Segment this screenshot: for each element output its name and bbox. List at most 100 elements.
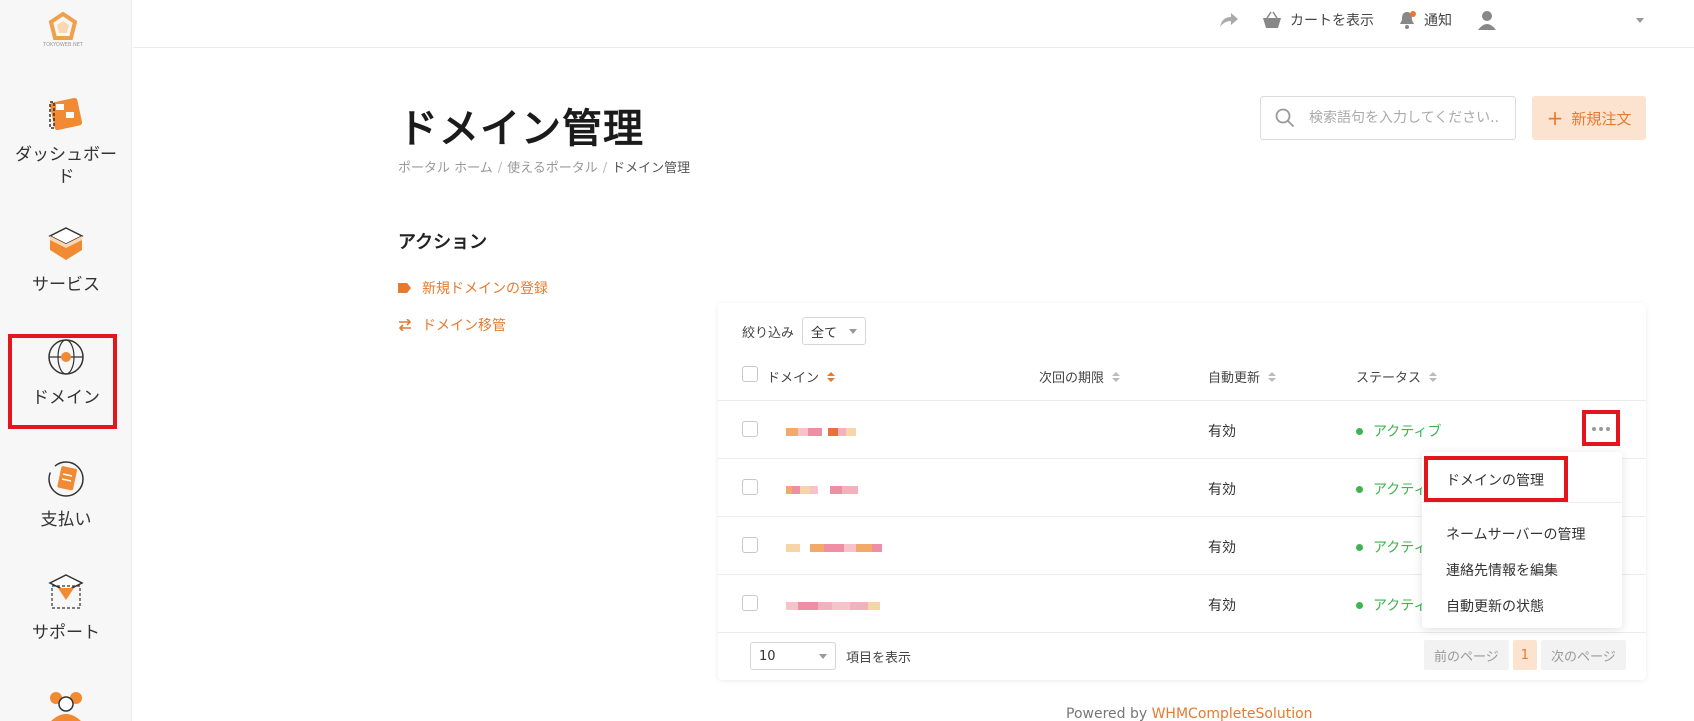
next-page-button[interactable]: 次のページ <box>1541 640 1626 670</box>
plus-icon: + <box>1546 106 1564 130</box>
filter-select[interactable]: 全て <box>802 317 867 345</box>
register-domain-label: 新規ドメインの登録 <box>422 281 548 297</box>
powered-by: Powered by WHMCompleteSolution <box>1066 706 1313 721</box>
sidebar-item-billing[interactable]: 支払い <box>8 457 124 531</box>
column-expiry[interactable]: 次回の期限 <box>1039 367 1121 386</box>
status-badge: アクティブ <box>1356 421 1441 441</box>
sidebar-item-affiliates[interactable] <box>8 684 124 721</box>
logo-text: TOKYOWEB.NET <box>43 42 83 48</box>
search-box[interactable] <box>1260 96 1516 140</box>
sidebar-label-support: サポート <box>32 623 100 643</box>
chevron-down-icon <box>849 328 858 334</box>
breadcrumb-portal[interactable]: 使えるポータル <box>507 161 598 176</box>
domains-highlight-box <box>8 334 117 429</box>
user-menu-caret[interactable] <box>1636 0 1644 40</box>
domain-name-blurred[interactable] <box>786 602 880 614</box>
row-checkbox[interactable] <box>742 479 758 495</box>
support-icon <box>48 574 84 609</box>
share-arrow-icon <box>1220 13 1238 27</box>
logo-icon <box>48 12 78 40</box>
sidebar-label-dashboard: ダッシュボード <box>15 145 117 187</box>
breadcrumb: ポータル ホーム / 使えるポータル / ドメイン管理 <box>398 161 691 176</box>
exchange-icon <box>398 319 412 331</box>
row-autorenew: 有効 <box>1208 540 1236 556</box>
row-checkbox[interactable] <box>742 595 758 611</box>
chevron-down-icon <box>1636 17 1644 23</box>
sidebar-item-dashboard[interactable]: ダッシュボード <box>8 92 124 188</box>
register-domain-link[interactable]: 新規ドメインの登録 <box>398 278 548 298</box>
filter-label: 絞り込み <box>742 325 795 341</box>
sidebar-item-services[interactable]: サービス <box>8 222 124 296</box>
menu-item-autorenew-status[interactable]: 自動更新の状態 <box>1446 596 1544 616</box>
column-status-label: ステータス <box>1356 371 1422 386</box>
basket-icon <box>1263 11 1281 28</box>
kebab-highlight-box <box>1582 410 1620 446</box>
filter-value: 全て <box>811 325 838 341</box>
sort-icon <box>1268 371 1277 382</box>
actions-title: アクション <box>398 232 488 253</box>
tag-icon <box>398 283 411 293</box>
notifications-button[interactable]: 通知 <box>1398 0 1452 40</box>
bell-icon <box>1400 11 1416 29</box>
view-cart-label: カートを表示 <box>1290 13 1374 29</box>
sort-icon <box>827 371 836 382</box>
transfer-domain-link[interactable]: ドメイン移管 <box>398 315 506 335</box>
row-checkbox[interactable] <box>742 421 758 437</box>
column-expiry-label: 次回の期限 <box>1039 371 1105 386</box>
pagination: 前のページ 1 次のページ <box>1424 640 1626 670</box>
box-icon <box>48 227 84 260</box>
row-autorenew: 有効 <box>1208 482 1236 498</box>
column-domain[interactable]: ドメイン <box>767 367 836 386</box>
share-button[interactable] <box>1218 0 1240 40</box>
user-icon <box>1478 11 1496 30</box>
transfer-domain-label: ドメイン移管 <box>422 318 506 334</box>
sidebar-item-support[interactable]: サポート <box>8 570 124 644</box>
current-page-button[interactable]: 1 <box>1512 640 1538 670</box>
notifications-label: 通知 <box>1424 13 1452 29</box>
dashboard-icon <box>49 97 83 131</box>
row-checkbox[interactable] <box>742 537 758 553</box>
chevron-down-icon <box>819 653 827 659</box>
select-all-checkbox[interactable] <box>742 366 758 382</box>
domain-name-blurred[interactable] <box>786 428 856 440</box>
filter-bar: 絞り込み 全て <box>742 317 867 345</box>
sidebar-label-billing: 支払い <box>40 510 92 530</box>
menu-item-contact-info[interactable]: 連絡先情報を編集 <box>1446 560 1558 580</box>
page-title: ドメイン管理 <box>398 106 644 152</box>
sidebar-label-services: サービス <box>32 275 100 295</box>
sort-icon <box>1112 371 1121 382</box>
menu-item-nameservers[interactable]: ネームサーバーの管理 <box>1446 524 1585 544</box>
status-dot-icon <box>1356 427 1363 435</box>
people-icon <box>50 692 82 721</box>
search-input[interactable] <box>1309 110 1499 126</box>
user-menu-button[interactable] <box>1478 0 1496 40</box>
brand-logo[interactable]: TOKYOWEB.NET <box>38 12 88 62</box>
prev-page-button[interactable]: 前のページ <box>1424 640 1509 670</box>
new-order-button[interactable]: + 新規注文 <box>1532 96 1646 140</box>
status-dot-icon <box>1356 601 1363 609</box>
domain-name-blurred[interactable] <box>786 486 858 498</box>
status-dot-icon <box>1356 543 1363 551</box>
row-autorenew: 有効 <box>1208 424 1236 440</box>
row-autorenew: 有効 <box>1208 598 1236 614</box>
column-autorenew[interactable]: 自動更新 <box>1208 367 1277 386</box>
new-order-label: 新規注文 <box>1571 109 1632 128</box>
whmcs-link[interactable]: WHMCompleteSolution <box>1152 706 1313 721</box>
per-page-control: 10 項目を表示 <box>750 642 911 670</box>
status-dot-icon <box>1356 485 1363 493</box>
per-page-value: 10 <box>759 648 776 664</box>
breadcrumb-current: ドメイン管理 <box>612 161 691 176</box>
manage-domain-highlight-box <box>1424 456 1568 502</box>
per-page-label: 項目を表示 <box>846 650 912 666</box>
column-domain-label: ドメイン <box>767 371 820 386</box>
search-icon <box>1275 108 1295 128</box>
view-cart-link[interactable]: カートを表示 <box>1262 0 1374 40</box>
sort-icon <box>1429 371 1438 382</box>
column-status[interactable]: ステータス <box>1356 367 1438 386</box>
domain-name-blurred[interactable] <box>786 544 882 556</box>
billing-icon <box>48 461 84 497</box>
topbar <box>133 0 1694 48</box>
breadcrumb-home[interactable]: ポータル ホーム <box>398 161 493 176</box>
column-autorenew-label: 自動更新 <box>1208 371 1261 386</box>
per-page-select[interactable]: 10 <box>750 642 836 670</box>
